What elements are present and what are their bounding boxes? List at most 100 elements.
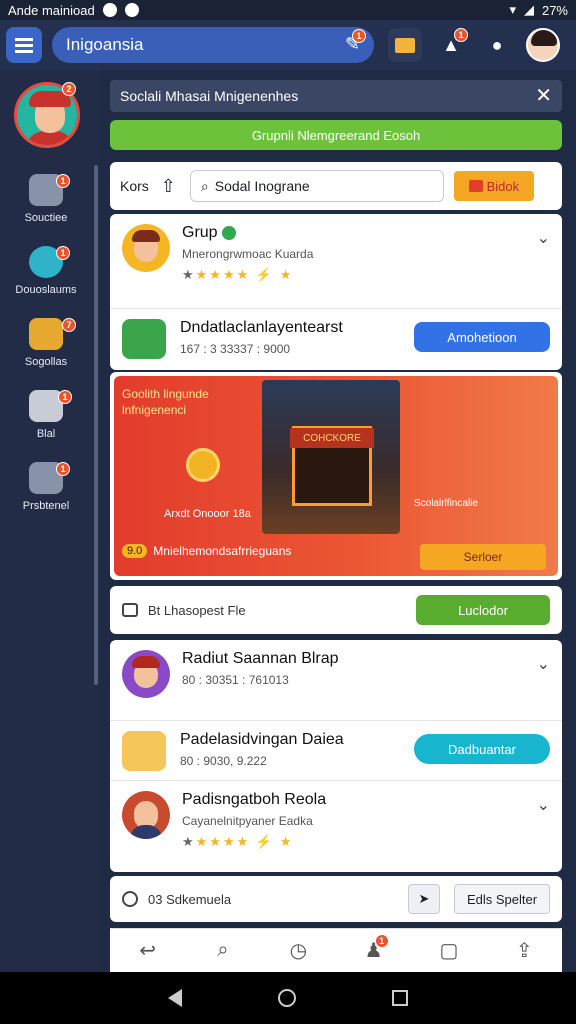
sidebar-item-1-badge: 1 <box>56 174 70 188</box>
hamburger-menu-button[interactable] <box>6 27 42 63</box>
account-button[interactable]: ● <box>480 28 514 62</box>
promo-banner: Goolith lingunde lnfnigenenci Arxdt Onoo… <box>114 376 558 576</box>
status-bar: Ande mainioad ▾ ◢ 27% <box>0 0 576 20</box>
share-tab-icon[interactable]: ⇪ <box>509 936 539 966</box>
list-item[interactable]: Grup Mnerongrwmoac Kuarda ★★★★★ ⚡ ★ ⌄ <box>110 214 562 308</box>
close-icon[interactable]: ✕ <box>535 86 552 106</box>
compose-tab-icon[interactable]: ▢ <box>434 936 464 966</box>
notification-icon <box>102 3 117 17</box>
bell-badge: 1 <box>454 28 468 42</box>
green-action-bar[interactable]: Grupnli Nlemgreerand Eosoh <box>110 120 562 150</box>
send-button[interactable]: ➤ <box>408 884 440 914</box>
profile-avatar[interactable] <box>526 28 560 62</box>
people-list: Radiut Saannan Blrap 80 : 30351 : 761013… <box>110 640 562 872</box>
list-item-subtitle: 167 : 3 33337 : 9000 <box>180 342 291 356</box>
folder-button[interactable] <box>388 28 422 62</box>
list-item-title: Grup <box>182 224 537 242</box>
promo-footer: 9.0 Mnielhemondsafrrieguans <box>122 544 291 558</box>
chevron-down-icon[interactable]: ⌄ <box>537 228 550 248</box>
status-row-text: 03 Sdkemuela <box>148 891 232 907</box>
list-item-title: Padelasidvingan Daiea <box>180 731 344 748</box>
rating-stars: ★★★★★ ⚡ ★ <box>182 834 294 849</box>
rating-stars: ★★★★★ ⚡ ★ <box>182 267 294 282</box>
sidebar-avatar-badge: 2 <box>62 82 76 96</box>
sidebar-item-5-label: Prsbtenel <box>22 500 70 512</box>
menu-icon <box>15 43 33 47</box>
group-icon <box>122 319 166 359</box>
home-nav-icon[interactable] <box>278 989 296 1007</box>
sidebar-item-3[interactable]: 7 Sogollas <box>0 318 92 368</box>
avatar <box>122 650 170 698</box>
box-icon <box>29 318 63 350</box>
promo-image: COHCKORE <box>262 380 400 534</box>
back-nav-icon[interactable] <box>168 989 182 1007</box>
filter-row: Kors ⇧ ⌕ Sodal Inograne Bidok <box>110 162 562 210</box>
bell-button[interactable]: ▲ 1 <box>434 28 468 62</box>
list-item-title: Radiut Saannan Blrap <box>182 650 339 667</box>
back-tab-icon[interactable]: ↩ <box>133 936 163 966</box>
search-input[interactable]: ⌕ Sodal Inograne <box>189 170 444 202</box>
sidebar-item-1[interactable]: 1 Souctiee <box>0 174 92 224</box>
sidebar-item-5-badge: 1 <box>56 462 70 476</box>
message-row-text: Bt Lhasopest Fle <box>148 602 246 618</box>
notifications-tab-badge: 1 <box>374 933 389 948</box>
system-nav-bar <box>0 972 576 1024</box>
search-tab-icon[interactable]: ⌕ <box>208 936 238 966</box>
coin-icon <box>186 448 220 482</box>
app-title-field[interactable]: Inigoansia ✎ 1 <box>52 27 374 63</box>
promo-number-badge: 9.0 <box>122 544 148 558</box>
message-row-button[interactable]: Luclodor <box>416 595 550 625</box>
verified-icon <box>222 225 237 240</box>
avatar <box>122 731 166 771</box>
promo-card[interactable]: Goolith lingunde lnfnigenenci Arxdt Onoo… <box>110 372 562 580</box>
promo-sign: COHCKORE <box>290 428 374 448</box>
edit-button[interactable]: Edls Spelter <box>454 884 550 914</box>
promo-footer-text: Mnielhemondsafrrieguans <box>153 544 292 558</box>
status-row: 03 Sdkemuela ➤ Edls Spelter <box>110 876 562 922</box>
sidebar-item-4-label: Blal <box>36 428 56 440</box>
list-item[interactable]: Radiut Saannan Blrap 80 : 30351 : 761013… <box>110 640 562 720</box>
sidebar-item-5[interactable]: 1 Prsbtenel <box>0 462 92 512</box>
sidebar-item-4[interactable]: 1 Blal <box>0 390 92 440</box>
list-item-title: Padisngatboh Reola <box>182 791 327 808</box>
list-item-subtitle: 80 : 9030, 9.222 <box>180 754 267 768</box>
sidebar-item-2[interactable]: 1 Douoslaums <box>0 246 92 296</box>
recents-nav-icon[interactable] <box>392 990 408 1006</box>
timer-tab-icon[interactable]: ◷ <box>283 936 313 966</box>
list-item-subtitle: 80 : 30351 : 761013 <box>182 673 289 687</box>
list-item-subtitle: Mnerongrwmoac Kuarda <box>182 247 314 261</box>
promo-title: Goolith lingunde lnfnigenenci <box>122 387 209 417</box>
sidebar-item-2-badge: 1 <box>56 246 70 260</box>
sidebar-scrollbar[interactable] <box>94 165 98 685</box>
search-icon: ⌕ <box>200 177 209 194</box>
search-banner[interactable]: Soclali Mhasai Mnigenenhes ✕ <box>110 80 562 112</box>
action-button[interactable]: Amohetioon <box>414 322 550 352</box>
sidebar-item-3-badge: 7 <box>62 318 76 332</box>
share-icon[interactable]: ⇧ <box>161 176 176 197</box>
list-item[interactable]: Padelasidvingan Daiea 80 : 9030, 9.222 D… <box>110 720 562 780</box>
user-icon: ● <box>491 34 503 55</box>
wifi-icon: ▾ <box>509 2 516 17</box>
notifications-tab-icon[interactable]: ♟ 1 <box>359 933 389 966</box>
promo-left-subtitle: Arxdt Onooor 18a <box>164 508 251 520</box>
folder-icon <box>395 37 415 53</box>
send-icon: ➤ <box>418 891 430 906</box>
promo-cta-button[interactable]: Serloer <box>420 544 546 570</box>
filter-button[interactable]: Bidok <box>453 171 534 201</box>
promo-right-subtitle: Scolalrlfincalie <box>414 498 478 509</box>
chevron-down-icon[interactable]: ⌄ <box>537 654 550 674</box>
status-left-text: Ande mainioad <box>8 2 95 18</box>
message-row: Bt Lhasopest Fle Luclodor <box>110 586 562 634</box>
chevron-down-icon[interactable]: ⌄ <box>537 795 550 815</box>
list-item[interactable]: Padisngatboh Reola Cayanelnitpyaner Eadk… <box>110 780 562 872</box>
action-button[interactable]: Dadbuantar <box>414 734 550 764</box>
filter-label: Kors <box>120 178 149 194</box>
sidebar-item-4-badge: 1 <box>58 390 72 404</box>
sidebar: 2 1 Souctiee 1 Douoslaums 7 Sogollas 1 B… <box>0 70 100 970</box>
tools-badge: 1 <box>352 29 366 43</box>
chat-icon <box>122 603 138 617</box>
list-item[interactable]: Dndatlaclanlayentearst 167 : 3 33337 : 9… <box>110 308 562 370</box>
clock-icon <box>122 891 138 907</box>
avatar-body <box>25 131 75 145</box>
group-list: Grup Mnerongrwmoac Kuarda ★★★★★ ⚡ ★ ⌄ Dn… <box>110 214 562 370</box>
